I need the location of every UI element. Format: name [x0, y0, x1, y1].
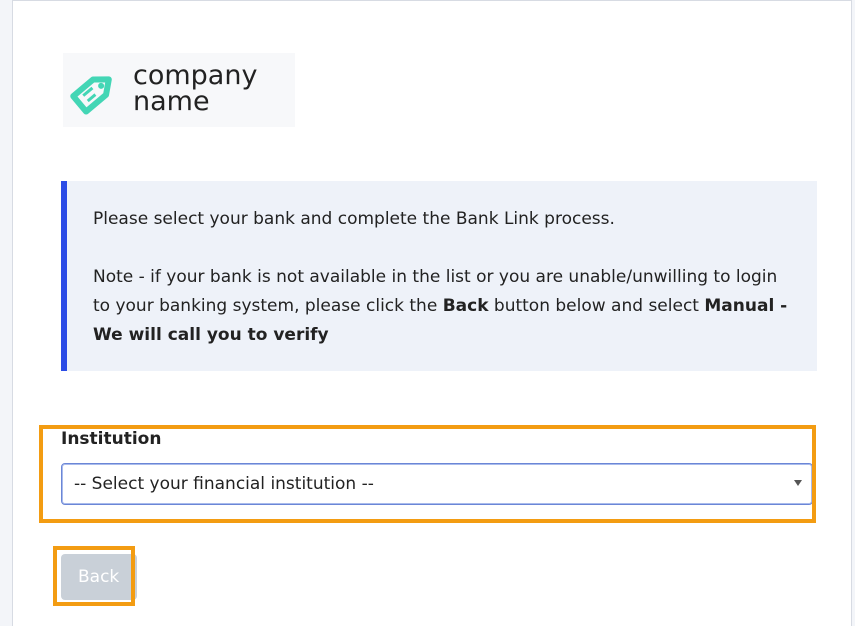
institution-label: Institution [61, 429, 162, 449]
info-callout: Please select your bank and complete the… [61, 181, 817, 371]
info-instruction: Please select your bank and complete the… [93, 209, 615, 229]
institution-select[interactable]: -- Select your financial institution -- [61, 463, 813, 505]
logo-line-2: name [133, 86, 210, 117]
note-text-2: button below and select [488, 296, 705, 316]
back-button[interactable]: Back [61, 554, 137, 600]
info-note: Note - if your bank is not available in … [93, 263, 793, 350]
bank-link-card: company name Please select your bank and… [12, 0, 852, 626]
company-logo: company name [63, 53, 295, 127]
tag-icon [70, 76, 112, 115]
note-bold-back: Back [442, 296, 489, 316]
institution-select-value: -- Select your financial institution -- [74, 474, 374, 494]
logo-wordmark: company name [133, 62, 257, 117]
chevron-down-icon [794, 480, 802, 486]
